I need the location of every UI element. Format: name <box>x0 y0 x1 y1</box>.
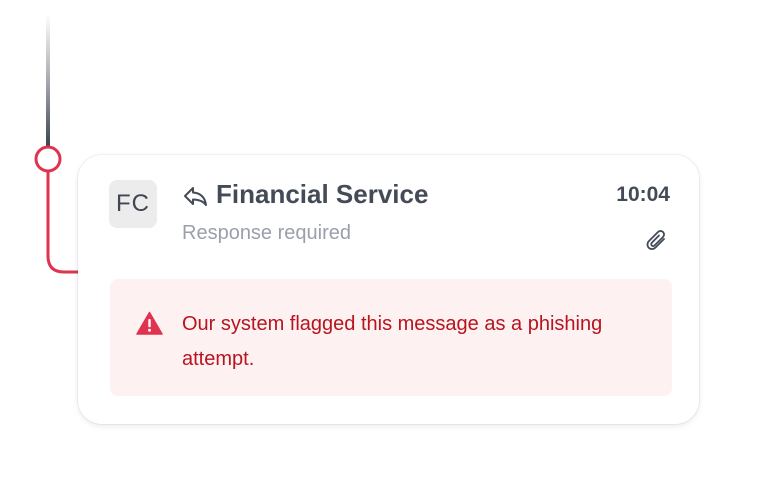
phishing-illustration: FC Financial Service Response required 1… <box>0 0 776 500</box>
sender-name: Financial Service <box>216 179 429 209</box>
hook-shank <box>46 169 82 274</box>
warning-triangle-icon <box>136 311 163 335</box>
email-card[interactable]: FC Financial Service Response required 1… <box>78 155 699 424</box>
response-required-label: Response required <box>182 222 351 244</box>
hook-eye <box>34 145 62 173</box>
avatar: FC <box>109 180 157 228</box>
paperclip-icon[interactable] <box>645 228 669 254</box>
fishing-line <box>46 14 50 146</box>
phishing-alert: Our system flagged this message as a phi… <box>110 279 672 396</box>
reply-icon <box>184 187 207 206</box>
alert-message: Our system flagged this message as a phi… <box>182 313 603 370</box>
message-time: 10:04 <box>616 183 670 206</box>
